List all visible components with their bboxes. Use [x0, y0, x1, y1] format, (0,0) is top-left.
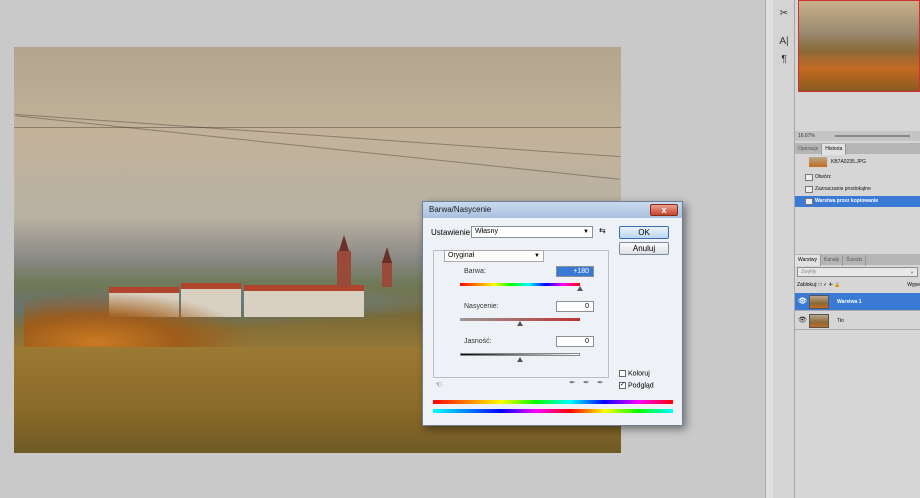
zoom-value[interactable]: 16.67% — [798, 133, 815, 139]
history-item[interactable]: Zaznaczanie prostokątne — [795, 184, 920, 195]
panel-tool-strip: ✂ A| ¶ — [773, 0, 795, 498]
channel-value: Oryginał — [448, 252, 475, 259]
hue-slider[interactable] — [460, 283, 580, 286]
fill-label: Wype — [907, 282, 920, 288]
colorize-label: Koloruj — [628, 370, 650, 378]
ok-button[interactable]: OK — [619, 226, 669, 239]
navigator-thumbnail[interactable] — [798, 0, 920, 92]
chevron-down-icon: ▼ — [583, 229, 589, 235]
scissors-icon[interactable]: ✂ — [777, 8, 791, 22]
layer-row-active[interactable]: 👁 Warstwa 1 — [795, 293, 920, 311]
tab-channels[interactable]: Kanały — [821, 255, 844, 266]
cancel-button[interactable]: Anuluj — [619, 242, 669, 255]
panel-divider[interactable] — [765, 0, 773, 498]
lock-label: Zablokuj: — [797, 282, 818, 288]
adjusted-color-bar — [433, 409, 673, 413]
tab-history[interactable]: Historia — [822, 144, 847, 155]
lock-row: Zablokuj: □ ✓ ✛ 🔒 Wype — [797, 282, 920, 288]
history-tabs: Operacje Historia — [795, 143, 920, 155]
layer-name: Warstwa 1 — [837, 299, 862, 305]
preview-checkbox[interactable]: ✓ Podgląd — [619, 382, 654, 389]
character-panel-icon[interactable]: A| — [777, 36, 791, 50]
adjustment-group: Oryginał ▼ Barwa: +180 Nasycenie: 0 Jasn… — [433, 250, 609, 378]
tab-layers[interactable]: Warstwy — [795, 255, 821, 266]
setting-select[interactable]: Własny ▼ — [471, 226, 593, 238]
chevron-down-icon: ▼ — [910, 270, 914, 275]
blend-mode-select[interactable]: Zwykły ▼ — [797, 267, 918, 277]
lock-icons[interactable]: □ ✓ ✛ 🔒 — [819, 282, 841, 288]
eye-icon[interactable]: 👁 — [798, 312, 807, 330]
channel-select[interactable]: Oryginał ▼ — [444, 250, 544, 262]
history-item-active[interactable]: Warstwa przez kopiowanie — [795, 196, 920, 207]
saturation-label: Nasycenie: — [464, 303, 499, 310]
hue-label: Barwa: — [464, 268, 486, 275]
chevron-down-icon: ▼ — [534, 253, 540, 259]
layers-tabs: Warstwy Kanały Ścieżki — [795, 254, 920, 266]
colorize-checkbox[interactable]: Koloruj — [619, 370, 650, 377]
paragraph-panel-icon[interactable]: ¶ — [777, 54, 791, 68]
blend-mode-value: Zwykły — [801, 269, 817, 275]
right-panels: 16.67% Operacje Historia KB7A0235.JPG Otw… — [795, 0, 920, 498]
layer-thumbnail — [809, 314, 829, 328]
layer-name: Tło — [837, 318, 844, 324]
lightness-slider[interactable] — [460, 353, 580, 356]
saturation-input[interactable]: 0 — [556, 301, 594, 312]
tab-actions[interactable]: Operacje — [795, 144, 823, 155]
preset-menu-icon[interactable]: ⇆ — [599, 226, 606, 235]
navigator-zoom: 16.67% — [795, 131, 920, 141]
eyedropper-plus-icon[interactable]: ✒ — [583, 378, 590, 387]
document-icon — [805, 174, 813, 181]
lightness-slider-thumb[interactable] — [517, 357, 523, 362]
zoom-slider[interactable] — [835, 135, 910, 137]
targeted-adjustment-icon[interactable]: ☜ — [435, 380, 442, 389]
setting-value: Własny — [475, 228, 498, 235]
layer-row[interactable]: 👁 Tło — [795, 312, 920, 330]
layer-icon — [805, 198, 813, 205]
hue-slider-thumb[interactable] — [577, 286, 583, 291]
dialog-title: Barwa/Nasycenie — [423, 202, 682, 218]
lightness-input[interactable]: 0 — [556, 336, 594, 347]
close-button[interactable]: x — [650, 204, 678, 216]
hue-input[interactable]: +180 — [556, 266, 594, 277]
preview-box[interactable]: ✓ — [619, 382, 626, 389]
snapshot-thumb — [809, 157, 827, 167]
snapshot-label: KB7A0235.JPG — [831, 159, 867, 165]
layer-thumbnail — [809, 295, 829, 309]
setting-label: Ustawienie: — [431, 228, 473, 237]
eyedropper-icon[interactable]: ✒ — [569, 378, 576, 387]
colorize-box[interactable] — [619, 370, 626, 377]
eye-icon[interactable]: 👁 — [798, 293, 807, 311]
saturation-slider-thumb[interactable] — [517, 321, 523, 326]
original-color-bar — [433, 400, 673, 404]
preview-label: Podgląd — [628, 382, 654, 390]
history-snapshot[interactable]: KB7A0235.JPG — [795, 155, 920, 169]
lightness-label: Jasność: — [464, 338, 492, 345]
history-item[interactable]: Otwórz — [795, 172, 920, 183]
tab-paths[interactable]: Ścieżki — [843, 255, 867, 266]
document-canvas[interactable]: Barwa/Nasycenie x Ustawienie: Własny ▼ ⇆… — [0, 0, 765, 498]
eyedropper-minus-icon[interactable]: ✒ — [597, 378, 604, 387]
marquee-icon — [805, 186, 813, 193]
hue-saturation-dialog: Barwa/Nasycenie x Ustawienie: Własny ▼ ⇆… — [422, 201, 683, 426]
